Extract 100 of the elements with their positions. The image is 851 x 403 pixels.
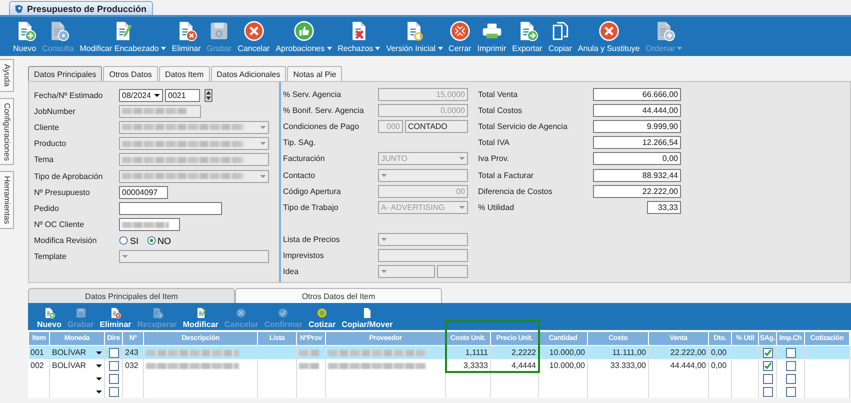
input-field[interactable]: 66.666,00 [593,88,681,101]
input-field[interactable]: 00004097 [119,186,168,199]
toolbar-button[interactable]: Copiar/Mover [338,307,396,329]
tab[interactable]: Otros Datos [103,66,158,81]
checkbox[interactable] [786,386,796,396]
field-label: % Serv. Agencia [283,90,342,99]
field-label: Total a Facturar [478,170,535,180]
table-cell: 33.333,00 [588,359,648,372]
document-plus-icon [43,307,56,319]
toolbar-button[interactable]: Versión Inicial [383,17,446,53]
document-tab-title: Presupuesto de Producción [27,4,147,14]
cancel-circle-icon [242,20,265,42]
field-label: % Bonif. Serv. Agencia [283,106,365,115]
tab[interactable]: Datos Adicionales [210,66,286,81]
checkbox[interactable] [108,374,118,384]
dropdown-arrow-icon [459,206,465,209]
field-label: Total Costos [478,106,524,115]
table-cell: 3,3333 [446,359,490,372]
checkbox[interactable] [762,374,772,384]
radio-button[interactable]: NO [146,236,172,246]
input-field[interactable]: 22.222,00 [593,184,681,198]
toolbar-button[interactable]: Imprimir [474,17,510,53]
dropdown-arrow-icon [154,94,160,97]
blurred-text [122,108,187,114]
input-field[interactable]: 9.999,90 [593,120,681,133]
table-cell: 4,4444 [490,359,538,372]
toolbar-button[interactable]: Rechazos [334,17,384,53]
checkbox[interactable] [786,374,796,384]
input-field[interactable] [119,202,222,215]
input-field[interactable]: 33,33 [647,200,681,214]
check-circle-icon [277,307,290,319]
input-field[interactable]: 12.266,54 [593,136,681,150]
dropdown-arrow-icon [381,238,387,242]
tab[interactable]: Datos Principales del Item [28,288,235,303]
document-tab[interactable]: Presupuesto de Producción [9,1,153,15]
side-tab[interactable]: Herramientas [0,171,14,230]
toolbar-button[interactable]: Anula y Sustituye [574,17,643,53]
input-field[interactable]: 44.444,00 [593,104,681,117]
toolbar-button[interactable]: Nuevo [10,17,40,53]
toolbar-button[interactable]: Cerrar [446,17,474,53]
caret-icon [375,46,380,51]
tab[interactable]: Otros Datos del Item [235,288,442,303]
checkbox[interactable] [786,348,796,358]
toolbar-button[interactable]: Eliminar [168,17,204,53]
table-cell: 032 [122,359,144,372]
field-label: Tipo de Trabajo [283,202,340,212]
tab[interactable]: Datos Principales [28,66,102,81]
document-arrow-icon [151,307,164,319]
field-label: Nº OC Cliente [34,220,86,230]
toolbar-button[interactable]: Exportar [509,17,546,53]
side-tab[interactable]: Configuraciones [0,98,14,166]
field-label: Tema [34,155,55,164]
dropdown-arrow-icon [381,174,387,177]
thumbs-up-icon [292,20,315,42]
radio-button[interactable]: SI [119,236,139,246]
field-label: Nº Presupuesto [34,188,91,197]
toolbar-button[interactable]: Nuevo [34,307,64,329]
checkbox[interactable] [786,360,796,370]
toolbar-button[interactable]: Aprobaciones [272,17,335,53]
field-label: Facturación [283,154,326,164]
caret-icon [326,46,332,51]
toolbar-button[interactable]: Modificar [180,307,222,329]
dropdown-arrow-icon [381,270,387,274]
table-row[interactable]: 002 BOLÍVAR 032 3,3333 4,4444 10.000,00 33.333,00 44.444,00 0,00 [28,359,850,372]
toolbar-button[interactable]: Copiar [545,17,575,53]
dropdown-arrow-icon [96,362,102,368]
input-field[interactable] [119,218,180,232]
toolbar-button[interactable]: Cotizar [305,307,339,329]
document-icon [361,307,374,319]
toolbar-button[interactable]: Cancelar [234,17,273,53]
coin-icon [316,307,328,319]
table-cell: 44.444,00 [648,359,708,372]
tab[interactable]: Datos Item [158,66,210,81]
table-row[interactable]: 001 BOLÍVAR 243 1,1111 2,2222 10.000,00 11.111,00 22.222,00 0,00 [28,346,850,359]
input-field[interactable]: 88.932,44 [593,168,681,182]
field-label: Modifica Revisión [34,236,98,246]
input-field[interactable]: 0021 [165,88,200,102]
toolbar-button[interactable]: Eliminar [96,307,134,329]
field-label: Tip. SAg. [283,138,317,148]
toolbar-button[interactable]: Modificar Encabezado [76,17,169,53]
spinner-arrows-icon[interactable] [202,88,215,102]
field-label: Cliente [34,122,60,132]
side-tab[interactable]: Ayuda [0,59,14,92]
blurred-text [299,350,320,356]
field-label: Código Apertura [283,186,342,196]
checkbox[interactable] [762,386,772,396]
tab[interactable]: Notas al Pie [287,66,342,81]
dropdown-arrow-icon [96,350,102,356]
table-cell: 22.222,00 [648,346,708,359]
cancel-circle-icon [235,307,248,319]
input-field[interactable]: 0,00 [593,152,681,166]
document-delete-icon [109,307,122,319]
checkbox[interactable] [108,360,118,370]
dropdown-field[interactable]: BOLÍVAR [52,361,102,370]
checkbox[interactable] [108,386,118,396]
dropdown-field[interactable]: 08/2024 [119,88,163,102]
blurred-text [122,222,169,228]
checkbox[interactable] [762,348,772,358]
checkbox[interactable] [108,348,118,358]
checkbox[interactable] [762,360,772,370]
